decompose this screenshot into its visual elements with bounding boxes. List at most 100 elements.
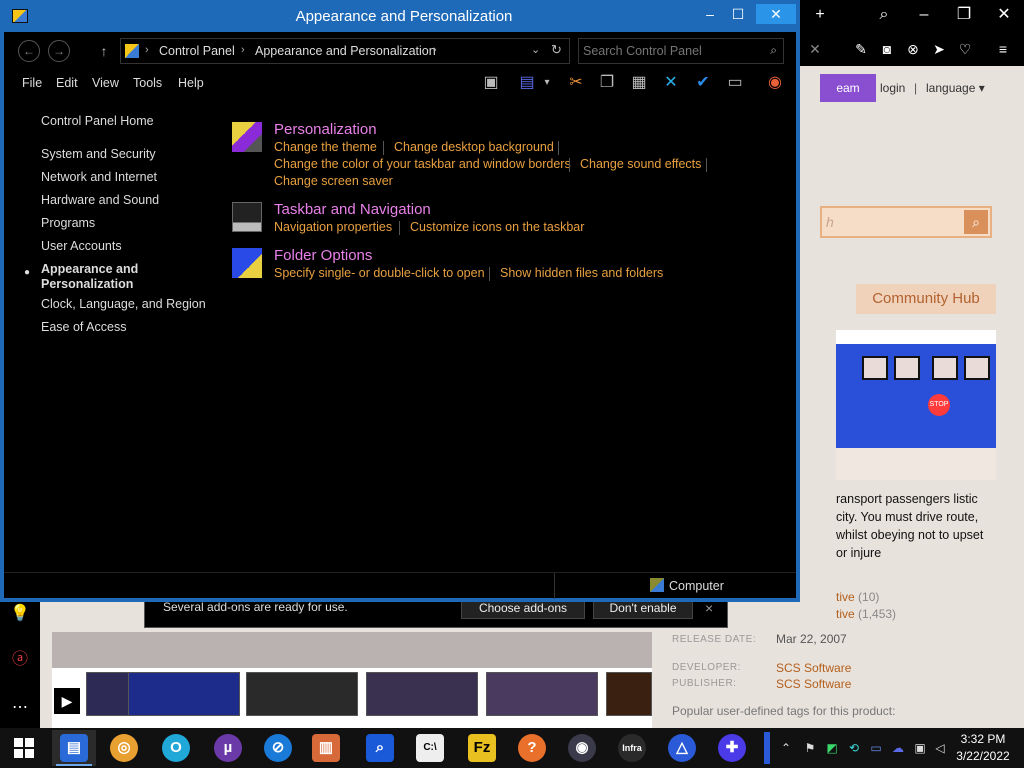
change-theme-link[interactable]: Change the theme: [274, 140, 377, 154]
heart-icon[interactable]: ♡: [956, 40, 974, 58]
search-box[interactable]: ⌕: [578, 38, 784, 64]
main-screenshot[interactable]: [52, 632, 652, 668]
review-all[interactable]: tive (1,453): [836, 607, 896, 621]
taskbar-utorrent[interactable]: µ: [206, 730, 250, 766]
taskbar-infrarecorder[interactable]: Infra: [610, 730, 654, 766]
team-button[interactable]: eam: [820, 74, 876, 102]
camera-icon[interactable]: ◙: [878, 40, 896, 58]
screenshot-thumbnail[interactable]: [128, 672, 240, 716]
customize-icons-link[interactable]: Customize icons on the taskbar: [410, 220, 584, 234]
screenshot-thumbnail[interactable]: [606, 672, 652, 716]
taskbar-navigation-title[interactable]: Taskbar and Navigation: [274, 201, 431, 218]
back-button[interactable]: ←: [18, 40, 40, 62]
edit-icon[interactable]: ✎: [852, 40, 870, 58]
review-recent[interactable]: tive (10): [836, 590, 879, 604]
minimize-button[interactable]: –: [904, 0, 944, 30]
sidebar-item-user-accounts[interactable]: User Accounts: [41, 239, 122, 254]
search-icon[interactable]: ⌕: [770, 43, 777, 58]
chevron-up-icon[interactable]: ⌃: [778, 740, 794, 756]
taskbar-file-explorer[interactable]: ▤: [52, 730, 96, 766]
change-background-link[interactable]: Change desktop background: [394, 140, 554, 154]
sidebar-item-ease-of-access[interactable]: Ease of Access: [41, 320, 126, 335]
game-header-image[interactable]: STOP: [836, 330, 996, 480]
chart-tray-icon[interactable]: ◩: [824, 740, 840, 756]
chevron-right-icon[interactable]: ›: [241, 44, 245, 56]
clock-time[interactable]: 3:32 PM: [950, 732, 1016, 746]
chevron-right-icon[interactable]: ›: [433, 44, 437, 56]
sync-icon[interactable]: ⟲: [846, 740, 862, 756]
screenshot-thumbnail[interactable]: [486, 672, 598, 716]
folder-options-title[interactable]: Folder Options: [274, 247, 372, 264]
taskbar-radio[interactable]: ▥: [304, 730, 348, 766]
taskbar-icon[interactable]: [232, 202, 262, 232]
send-icon[interactable]: ➤: [930, 40, 948, 58]
developer-link[interactable]: SCS Software: [776, 661, 851, 675]
properties-icon[interactable]: ▤: [516, 72, 538, 94]
network-icon[interactable]: ▣: [912, 740, 928, 756]
language-dropdown[interactable]: language ▾: [926, 74, 985, 102]
taskbar-plus-app[interactable]: ✚: [710, 730, 754, 766]
sidebar-item-home[interactable]: Control Panel Home: [41, 114, 154, 129]
volume-icon[interactable]: ◁: [932, 740, 948, 756]
taskbar-chrome[interactable]: ◎: [102, 730, 146, 766]
close-button[interactable]: ✕: [984, 0, 1024, 30]
more-icon[interactable]: ⋯: [8, 696, 32, 720]
layout-icon[interactable]: ▣: [480, 72, 502, 94]
login-link[interactable]: login: [880, 74, 905, 102]
screenshot-thumbnail[interactable]: [366, 672, 478, 716]
forward-button[interactable]: →: [48, 40, 70, 62]
folder-options-icon[interactable]: [232, 248, 262, 278]
rename-icon[interactable]: ▭: [724, 72, 746, 94]
taskbar-search-app[interactable]: ⌕: [358, 730, 402, 766]
menu-tools[interactable]: Tools: [133, 76, 162, 90]
sidebar-item-hardware[interactable]: Hardware and Sound: [41, 193, 159, 208]
paste-icon[interactable]: ▦: [628, 72, 650, 94]
sidebar-item-programs[interactable]: Programs: [41, 216, 95, 231]
search-icon[interactable]: ⌕: [864, 0, 904, 30]
restore-button[interactable]: ❐: [944, 0, 984, 30]
taskbar-help[interactable]: ?: [510, 730, 554, 766]
breadcrumb-appearance[interactable]: Appearance and Personalization: [255, 44, 436, 58]
new-tab-button[interactable]: +: [800, 0, 840, 30]
navigation-properties-link[interactable]: Navigation properties: [274, 220, 392, 234]
cut-icon[interactable]: ✂: [565, 72, 587, 94]
block-icon[interactable]: ⊗: [904, 40, 922, 58]
menu-help[interactable]: Help: [178, 76, 204, 90]
show-hidden-bar[interactable]: [764, 732, 770, 764]
close-button[interactable]: ✕: [756, 4, 796, 24]
refresh-icon[interactable]: ↻: [551, 42, 562, 58]
change-screensaver-link[interactable]: Change screen saver: [274, 174, 393, 188]
copy-icon[interactable]: ❐: [596, 72, 618, 94]
chevron-down-icon[interactable]: ⌄: [531, 43, 540, 56]
sidebar-item-clock-language[interactable]: Clock, Language, and Region: [41, 297, 206, 312]
show-hidden-files-link[interactable]: Show hidden files and folders: [500, 266, 663, 280]
address-bar[interactable]: › Control Panel › Appearance and Persona…: [120, 38, 570, 64]
maximize-button[interactable]: ☐: [720, 4, 756, 24]
play-icon[interactable]: ▶: [54, 688, 80, 714]
menu-view[interactable]: View: [92, 76, 119, 90]
single-double-click-link[interactable]: Specify single- or double-click to open: [274, 266, 485, 280]
taskbar-vpn[interactable]: △: [660, 730, 704, 766]
chevron-down-icon[interactable]: ▾: [540, 72, 554, 94]
checkmark-icon[interactable]: ✔: [692, 72, 714, 94]
lightbulb-icon[interactable]: 💡: [8, 602, 32, 626]
community-hub-button[interactable]: Community Hub: [856, 284, 996, 314]
store-search[interactable]: h ⌕: [820, 206, 992, 238]
change-color-link[interactable]: Change the color of your taskbar and win…: [274, 157, 571, 171]
amazon-icon[interactable]: ⓐ: [8, 648, 32, 672]
taskbar-opera[interactable]: O: [154, 730, 198, 766]
screenshot-thumbnail[interactable]: [246, 672, 358, 716]
change-sound-link[interactable]: Change sound effects: [580, 157, 701, 171]
taskbar-cd-app[interactable]: ◉: [560, 730, 604, 766]
publisher-link[interactable]: SCS Software: [776, 677, 851, 691]
personalization-icon[interactable]: [232, 122, 262, 152]
search-icon[interactable]: ⌕: [964, 210, 988, 234]
personalization-title[interactable]: Personalization: [274, 121, 377, 138]
menu-edit[interactable]: Edit: [56, 76, 78, 90]
clock-date[interactable]: 3/22/2022: [950, 749, 1016, 763]
menu-file[interactable]: File: [22, 76, 42, 90]
breadcrumb-control-panel[interactable]: Control Panel: [159, 44, 235, 58]
up-arrow-icon[interactable]: ↑: [96, 40, 112, 62]
delete-icon[interactable]: ✕: [660, 72, 682, 94]
sidebar-item-system-security[interactable]: System and Security: [41, 147, 156, 162]
